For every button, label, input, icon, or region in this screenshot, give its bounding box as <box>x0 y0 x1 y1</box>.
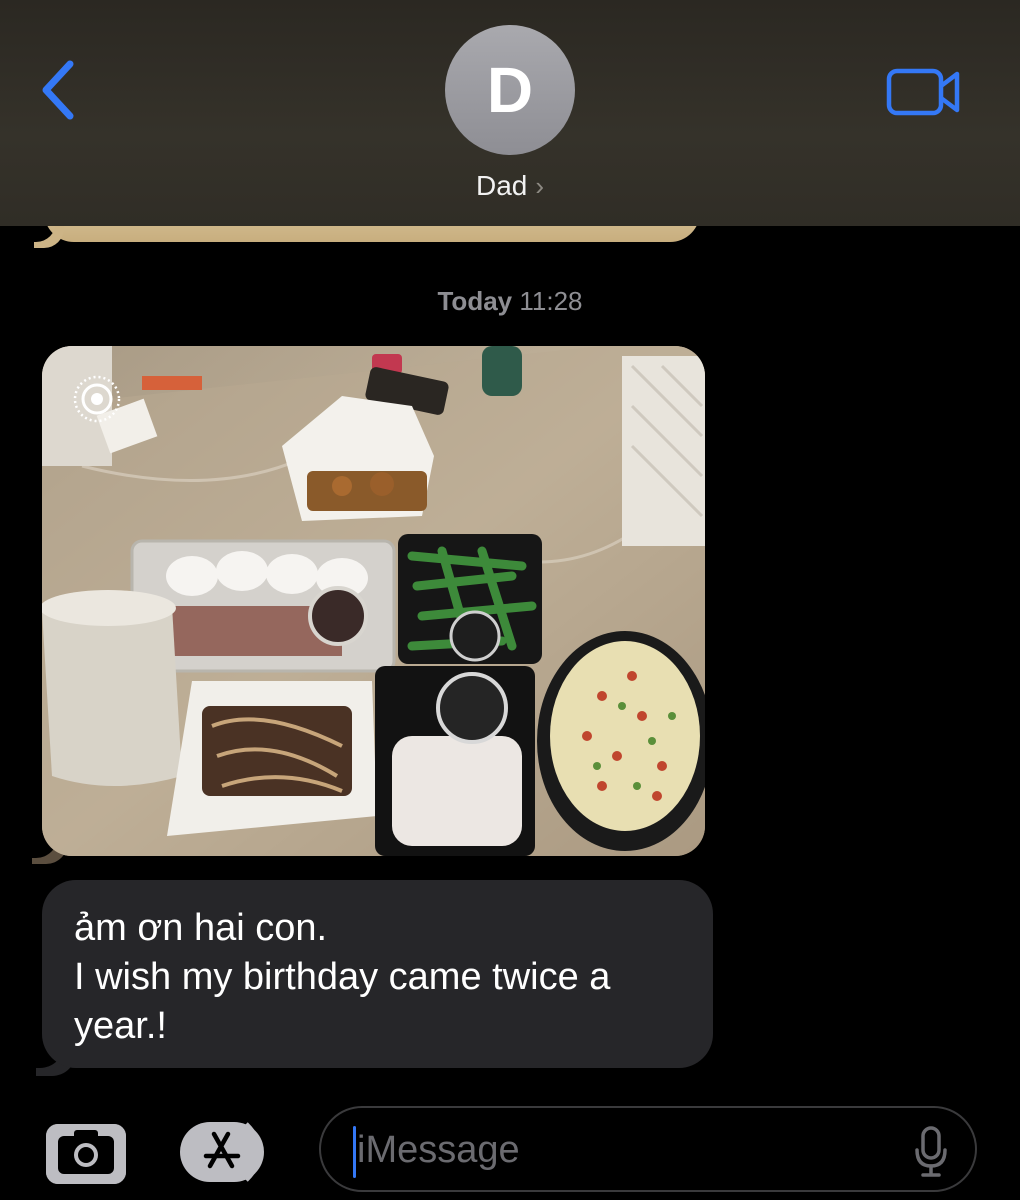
dictation-button[interactable] <box>913 1126 949 1178</box>
message-line-1: ảm ơn hai con. <box>74 907 328 949</box>
contact-name-button[interactable]: Dad › <box>0 166 1020 206</box>
timestamp-time: 11:28 <box>519 286 583 316</box>
app-store-icon <box>180 1122 264 1182</box>
microphone-icon <box>915 1126 947 1177</box>
message-line-2: I wish my birthday came twice a <box>74 956 611 998</box>
video-camera-icon <box>886 68 960 116</box>
facetime-video-button[interactable] <box>886 66 962 118</box>
conversation-screen: D Dad › Today 11:28 ảm ơn hai con. I wis… <box>0 0 1020 1200</box>
camera-button[interactable] <box>46 1124 126 1184</box>
contact-avatar[interactable]: D <box>445 25 575 155</box>
live-photo-icon <box>73 375 121 423</box>
camera-icon <box>46 1124 126 1184</box>
message-timestamp: Today 11:28 <box>0 286 1020 326</box>
back-button[interactable] <box>36 58 84 122</box>
message-line-3: year.! <box>74 1005 167 1047</box>
live-photo-badge[interactable] <box>72 374 122 424</box>
conversation-header: D Dad › <box>0 0 1020 226</box>
app-store-button[interactable] <box>180 1120 276 1184</box>
text-cursor <box>353 1126 356 1178</box>
chevron-right-icon: › <box>535 170 545 201</box>
imessage-input[interactable] <box>357 1122 897 1178</box>
food-photo <box>42 346 705 856</box>
contact-name: Dad <box>475 170 528 201</box>
photo-message[interactable] <box>42 346 705 856</box>
chevron-left-icon <box>42 60 74 120</box>
timestamp-day: Today <box>437 286 513 316</box>
incoming-text-message[interactable]: ảm ơn hai con. I wish my birthday came t… <box>42 880 713 1068</box>
avatar-initial: D <box>486 54 534 126</box>
imessage-field[interactable] <box>319 1106 977 1192</box>
